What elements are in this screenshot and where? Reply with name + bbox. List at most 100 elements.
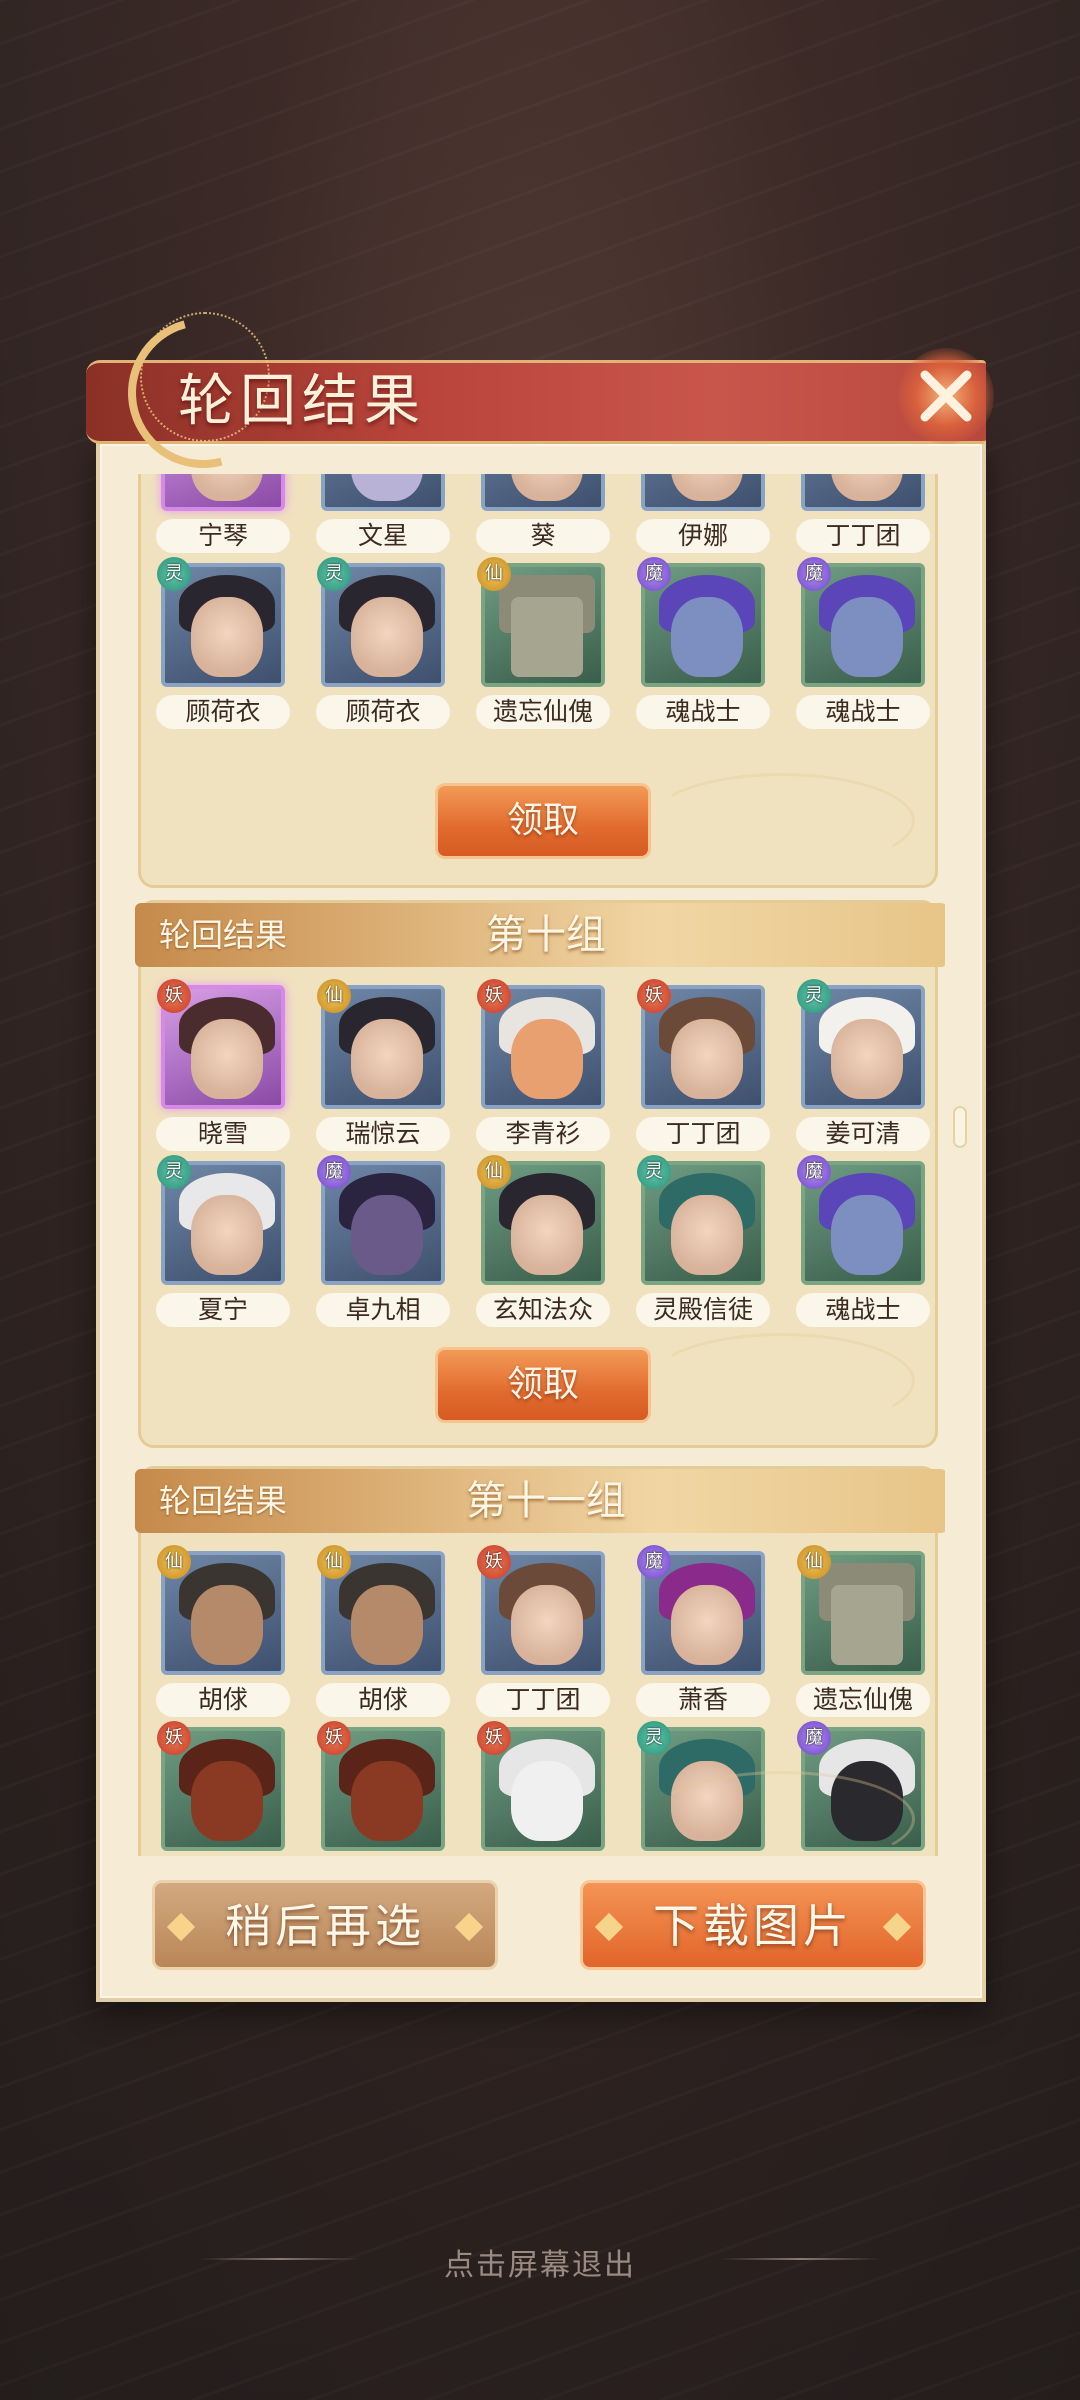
faction-badge-icon: 灵 xyxy=(797,979,831,1013)
hero-name: 魂战士 xyxy=(636,695,770,729)
diamond-icon xyxy=(166,1912,196,1942)
hero-name: 胡俅 xyxy=(156,1683,290,1717)
hero-item[interactable]: 丁丁团 xyxy=(796,474,931,559)
faction-badge-icon: 妖 xyxy=(637,979,671,1013)
faction-badge-icon: 妖 xyxy=(477,1545,511,1579)
hero-item[interactable]: 妖 丁丁团 xyxy=(636,979,771,1157)
faction-badge-icon: 魔 xyxy=(317,1155,351,1189)
hero-name: 顾荷衣 xyxy=(316,695,450,729)
faction-badge-icon: 仙 xyxy=(797,1545,831,1579)
popup-title: 轮回结果 xyxy=(178,369,426,434)
hero-portrait xyxy=(321,474,445,511)
hero-item[interactable]: 灵 灵殿信徒 xyxy=(636,1155,771,1333)
group-header: 轮回结果 第十组 xyxy=(135,903,945,967)
faction-badge-icon: 灵 xyxy=(637,1155,671,1189)
faction-badge-icon: 仙 xyxy=(477,557,511,591)
hero-portrait xyxy=(641,474,765,511)
hero-name: 李青衫 xyxy=(476,1117,610,1151)
hero-item[interactable]: 灵 夏宁 xyxy=(156,1155,291,1333)
faction-badge-icon: 魔 xyxy=(637,557,671,591)
faction-badge-icon: 妖 xyxy=(157,979,191,1013)
hero-name: 魂战士 xyxy=(796,695,930,729)
hero-item[interactable]: 灵 顾荷衣 xyxy=(316,557,451,735)
hero-name: 灵殿信徒 xyxy=(636,1293,770,1327)
faction-badge-icon: 仙 xyxy=(477,1155,511,1189)
hero-name: 伊娜 xyxy=(636,519,770,553)
choose-later-button[interactable]: 稍后再选 xyxy=(152,1880,498,1970)
claim-button[interactable]: 领取 xyxy=(435,1347,651,1423)
download-image-button[interactable]: 下载图片 xyxy=(580,1880,926,1970)
hero-name: 夏宁 xyxy=(156,1293,290,1327)
hero-item[interactable]: 伊娜 xyxy=(636,474,771,559)
faction-badge-icon: 魔 xyxy=(797,1155,831,1189)
faction-badge-icon: 灵 xyxy=(157,1155,191,1189)
hero-item[interactable]: 仙 胡俅 xyxy=(316,1545,451,1723)
faction-badge-icon: 妖 xyxy=(157,1721,191,1755)
faction-badge-icon: 仙 xyxy=(317,979,351,1013)
hero-item[interactable]: 文星 xyxy=(316,474,451,559)
download-image-label: 下载图片 xyxy=(653,1899,853,1953)
diamond-icon xyxy=(594,1912,624,1942)
hero-portrait xyxy=(801,474,925,511)
result-group-card: 轮回结果 第十一组 仙 胡俅 仙 胡俅 妖 丁丁团 魔 萧香 仙 遗忘仙傀 妖 … xyxy=(135,1466,945,1856)
hero-item[interactable]: 仙 瑞惊云 xyxy=(316,979,451,1157)
faction-badge-icon: 灵 xyxy=(317,557,351,591)
hero-item[interactable]: 灵 姜可清 xyxy=(796,979,931,1157)
hero-name: 姜可清 xyxy=(796,1117,930,1151)
hero-name: 遗忘仙傀 xyxy=(796,1683,930,1717)
hero-item[interactable]: 仙 遗忘仙傀 xyxy=(796,1545,931,1723)
hero-name: 丁丁团 xyxy=(796,519,930,553)
hero-item[interactable]: 妖 李青衫 xyxy=(476,979,611,1157)
claim-button[interactable]: 领取 xyxy=(435,783,651,859)
hero-name: 瑞惊云 xyxy=(316,1117,450,1151)
diamond-icon xyxy=(454,1912,484,1942)
hero-item[interactable]: 妖 xyxy=(157,1721,291,1856)
hero-item[interactable]: 妖 xyxy=(477,1721,611,1856)
group-name: 第十一组 xyxy=(466,1478,626,1524)
hero-name: 晓雪 xyxy=(156,1117,290,1151)
hero-name: 萧香 xyxy=(636,1683,770,1717)
hero-portrait xyxy=(161,474,285,511)
hero-item[interactable]: 仙 胡俅 xyxy=(156,1545,291,1723)
hero-item[interactable]: 魔 魂战士 xyxy=(636,557,771,735)
hero-portrait xyxy=(481,474,605,511)
hero-item[interactable]: 妖 晓雪 xyxy=(156,979,291,1157)
faction-badge-icon: 仙 xyxy=(317,1545,351,1579)
hero-item[interactable]: 妖 xyxy=(317,1721,451,1856)
hero-name: 丁丁团 xyxy=(636,1117,770,1151)
diamond-icon xyxy=(882,1912,912,1942)
faction-badge-icon: 魔 xyxy=(797,557,831,591)
hero-name: 顾荷衣 xyxy=(156,695,290,729)
hero-name: 文星 xyxy=(316,519,450,553)
result-group-card: 轮回结果 第十组 妖 晓雪 仙 瑞惊云 妖 李青衫 妖 丁丁团 灵 姜可清 灵 … xyxy=(135,900,945,1448)
hero-item[interactable]: 灵 顾荷衣 xyxy=(156,557,291,735)
scrollbar-thumb[interactable] xyxy=(953,1106,967,1148)
hero-item[interactable]: 宁琴 xyxy=(156,474,291,559)
group-header: 轮回结果 第十一组 xyxy=(135,1469,945,1533)
faction-badge-icon: 妖 xyxy=(317,1721,351,1755)
close-x-icon xyxy=(920,370,972,422)
hero-item[interactable]: 魔 魂战士 xyxy=(796,1155,931,1333)
hero-item[interactable]: 葵 xyxy=(476,474,611,559)
hero-item[interactable]: 妖 丁丁团 xyxy=(476,1545,611,1723)
hero-item[interactable]: 魔 xyxy=(797,1721,931,1856)
faction-badge-icon: 仙 xyxy=(157,1545,191,1579)
close-button[interactable] xyxy=(898,348,994,444)
results-scroll-list[interactable]: 宁琴 文星 葵 伊娜 丁丁团 灵 顾荷衣 灵 顾荷衣 仙 遗忘仙傀 魔 魂战士 … xyxy=(130,474,945,1856)
hero-item[interactable]: 魔 魂战士 xyxy=(796,557,931,735)
hero-item[interactable]: 灵 xyxy=(637,1721,771,1856)
faction-badge-icon: 魔 xyxy=(797,1721,831,1755)
result-group-card: 宁琴 文星 葵 伊娜 丁丁团 灵 顾荷衣 灵 顾荷衣 仙 遗忘仙傀 魔 魂战士 … xyxy=(138,474,938,888)
hero-item[interactable]: 魔 卓九相 xyxy=(316,1155,451,1333)
group-name: 第十组 xyxy=(486,912,606,958)
hero-item[interactable]: 仙 遗忘仙傀 xyxy=(476,557,611,735)
choose-later-label: 稍后再选 xyxy=(225,1899,425,1953)
faction-badge-icon: 妖 xyxy=(477,979,511,1013)
hero-item[interactable]: 魔 萧香 xyxy=(636,1545,771,1723)
hero-item[interactable]: 仙 玄知法众 xyxy=(476,1155,611,1333)
faction-badge-icon: 妖 xyxy=(477,1721,511,1755)
hero-name: 葵 xyxy=(476,519,610,553)
faction-badge-icon: 灵 xyxy=(637,1721,671,1755)
hero-name: 玄知法众 xyxy=(476,1293,610,1327)
tap-to-exit-hint[interactable]: 点击屏幕退出 xyxy=(0,2240,1080,2284)
